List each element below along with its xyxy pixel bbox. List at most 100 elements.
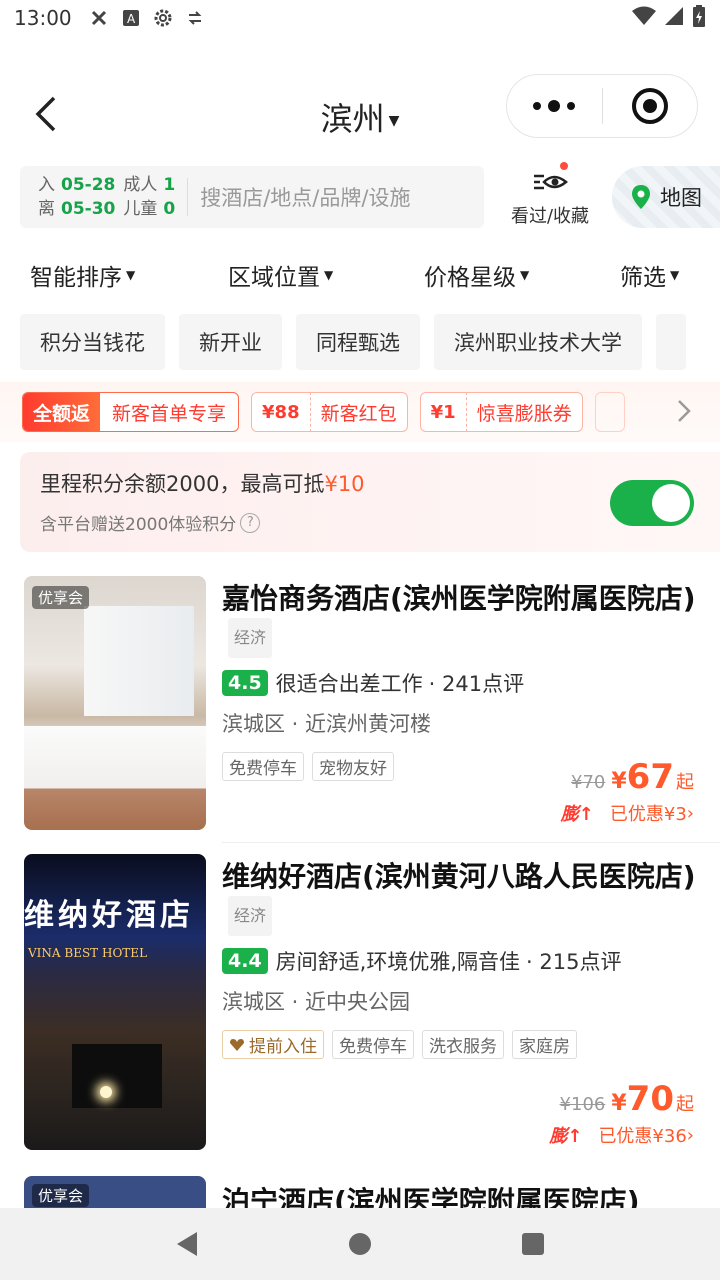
date-occupancy[interactable]: 入 05-28 成人 1 离 05-30 儿童 0 — [38, 173, 175, 221]
coupon-strip[interactable]: 全额返 新客首单专享 ¥88 新客红包 ¥1 惊喜膨胀券 — [0, 382, 720, 442]
hotel-tag: 洗衣服务 — [422, 1030, 504, 1059]
sort-label: 智能排序 — [30, 265, 122, 291]
target-icon — [631, 88, 668, 124]
discount-text: 已优惠¥3 — [609, 804, 687, 825]
settings-gear-icon — [152, 7, 174, 29]
chip-university[interactable]: 滨州职业技术大学 — [434, 314, 642, 370]
current-price: 67 — [626, 757, 674, 797]
chevron-right-icon: › — [686, 802, 694, 824]
coupon-amount: ¥88 — [252, 392, 311, 432]
hotel-tag: 免费停车 — [222, 752, 304, 781]
adult-count: 1 — [163, 175, 176, 195]
discount-row[interactable]: 膨↑ 已优惠¥36 › — [549, 1122, 694, 1148]
status-bar: 13:00 A — [0, 0, 720, 36]
home-circle-icon — [348, 1233, 371, 1255]
child-count: 0 — [163, 199, 176, 219]
chip-points[interactable]: 积分当钱花 — [20, 314, 165, 370]
currency-symbol: ¥ — [611, 1091, 627, 1116]
price-from: 起 — [676, 1094, 694, 1115]
map-pin-icon — [632, 185, 650, 209]
discount-row[interactable]: 膨↑ 已优惠¥3 › — [561, 800, 694, 826]
system-nav-bar — [0, 1208, 720, 1280]
price-block: ¥70 ¥ 67 起 膨↑ 已优惠¥3 › — [561, 760, 694, 826]
points-banner: 里程积分余额2000，最高可抵¥10 含平台赠送2000体验积分? — [20, 452, 720, 552]
map-label: 地图 — [660, 186, 702, 210]
review-count: · 241点评 — [428, 672, 525, 696]
hotel-card[interactable]: 优享会 嘉怡商务酒店(滨州医学院附属医院店)经济 4.5 很适合出差工作 · 2… — [0, 576, 720, 836]
sort-bar: 智能排序 ▼ 区域位置 ▼ 价格星级 ▼ 筛选 ▼ — [0, 250, 720, 300]
svg-text:A: A — [127, 12, 136, 26]
back-triangle-icon — [176, 1232, 197, 1256]
hotel-name: 维纳好酒店(滨州黄河八路人民医院店)经济 — [222, 858, 702, 936]
hotel-tag: 宠物友好 — [312, 752, 394, 781]
quick-filter-chips: 积分当钱花 新开业 同程甄选 滨州职业技术大学 — [20, 314, 720, 370]
hotel-image[interactable]: 维纳好酒店 VINA BEST HOTEL — [24, 854, 206, 1150]
eye-icon — [530, 162, 570, 198]
nav-header: 滨州 ▼ — [0, 72, 720, 156]
full-refund-text: 新客首单专享 — [112, 402, 227, 425]
battery-icon — [692, 4, 706, 32]
checkin-label: 入 — [38, 175, 55, 195]
data-sync-icon — [184, 7, 206, 29]
chevron-right-icon: › — [686, 1124, 694, 1146]
more-options-button[interactable] — [507, 100, 602, 112]
checkin-date: 05-28 — [61, 175, 116, 195]
price-block: ¥106 ¥ 70 起 膨↑ 已优惠¥36 › — [549, 1082, 694, 1148]
search-box[interactable]: 入 05-28 成人 1 离 05-30 儿童 0 搜酒店/地点/品牌/设施 — [20, 166, 484, 228]
sort-label: 筛选 — [620, 265, 666, 291]
chevron-right-icon[interactable] — [674, 396, 694, 426]
coupon-text: 惊喜膨胀券 — [476, 402, 572, 425]
notification-icon — [88, 7, 110, 29]
checkout-date: 05-30 — [61, 199, 116, 219]
rating-comment: 房间舒适,环境优雅,隔音佳 — [275, 950, 521, 974]
hotel-card[interactable]: 维纳好酒店 VINA BEST HOTEL 维纳好酒店(滨州黄河八路人民医院店)… — [0, 854, 720, 1154]
original-price: ¥106 — [559, 1094, 606, 1115]
signal-icon — [664, 6, 684, 31]
sort-smart[interactable]: 智能排序 ▼ — [30, 258, 135, 292]
rating-score: 4.4 — [222, 948, 268, 974]
expand-icon: 膨↑ — [549, 1126, 583, 1147]
checkout-label: 离 — [38, 199, 55, 219]
hotel-sign: 维纳好酒店 — [24, 898, 194, 933]
nav-back-button[interactable] — [167, 1224, 207, 1264]
review-count: · 215点评 — [526, 950, 622, 974]
points-toggle[interactable] — [610, 480, 694, 526]
hotel-location: 滨城区 · 近滨州黄河楼 — [222, 712, 432, 736]
map-button[interactable]: 地图 — [612, 166, 720, 228]
sort-label: 价格星级 — [424, 265, 516, 291]
coupon-text: 新客红包 — [320, 402, 397, 425]
nav-home-button[interactable] — [340, 1224, 380, 1264]
coupon-expand[interactable]: ¥1 惊喜膨胀券 — [419, 392, 583, 432]
points-value: ¥10 — [324, 472, 365, 496]
full-refund-coupon[interactable]: 全额返 新客首单专享 — [22, 392, 240, 432]
child-label: 儿童 — [123, 199, 158, 219]
close-mini-program-button[interactable] — [603, 88, 698, 124]
hotel-location: 滨城区 · 近中央公园 — [222, 990, 411, 1014]
sort-area[interactable]: 区域位置 ▼ — [228, 258, 333, 292]
search-input[interactable]: 搜酒店/地点/品牌/设施 — [200, 182, 410, 212]
hotel-image[interactable]: 优享会 — [24, 576, 206, 830]
expand-icon: 膨↑ — [560, 804, 594, 825]
original-price: ¥70 — [571, 772, 606, 793]
sort-price-star[interactable]: 价格星级 ▼ — [424, 258, 529, 292]
chip-more[interactable] — [656, 314, 686, 370]
sort-filter[interactable]: 筛选 ▼ — [620, 258, 679, 292]
price-from: 起 — [676, 772, 694, 793]
coupon-red-packet[interactable]: ¥88 新客红包 — [251, 392, 408, 432]
rating-comment: 很适合出差工作 — [275, 672, 423, 696]
chip-new-open[interactable]: 新开业 — [179, 314, 282, 370]
discount-text: 已优惠¥36 — [598, 1126, 687, 1147]
current-price: 70 — [626, 1079, 674, 1119]
nav-recents-button[interactable] — [513, 1224, 553, 1264]
wifi-icon — [632, 6, 656, 31]
history-favorites-button[interactable]: 看过/收藏 — [500, 162, 600, 232]
rating-score: 4.5 — [222, 670, 268, 696]
chip-tongcheng-select[interactable]: 同程甄选 — [296, 314, 420, 370]
question-icon[interactable]: ? — [240, 512, 261, 533]
hotel-sign-en: VINA BEST HOTEL — [28, 946, 148, 960]
full-refund-tag: 全额返 — [23, 393, 101, 431]
red-dot-badge — [560, 162, 568, 170]
member-badge: 优享会 — [32, 1184, 90, 1207]
caret-down-icon: ▼ — [388, 113, 400, 129]
hotel-level: 经济 — [228, 618, 273, 658]
